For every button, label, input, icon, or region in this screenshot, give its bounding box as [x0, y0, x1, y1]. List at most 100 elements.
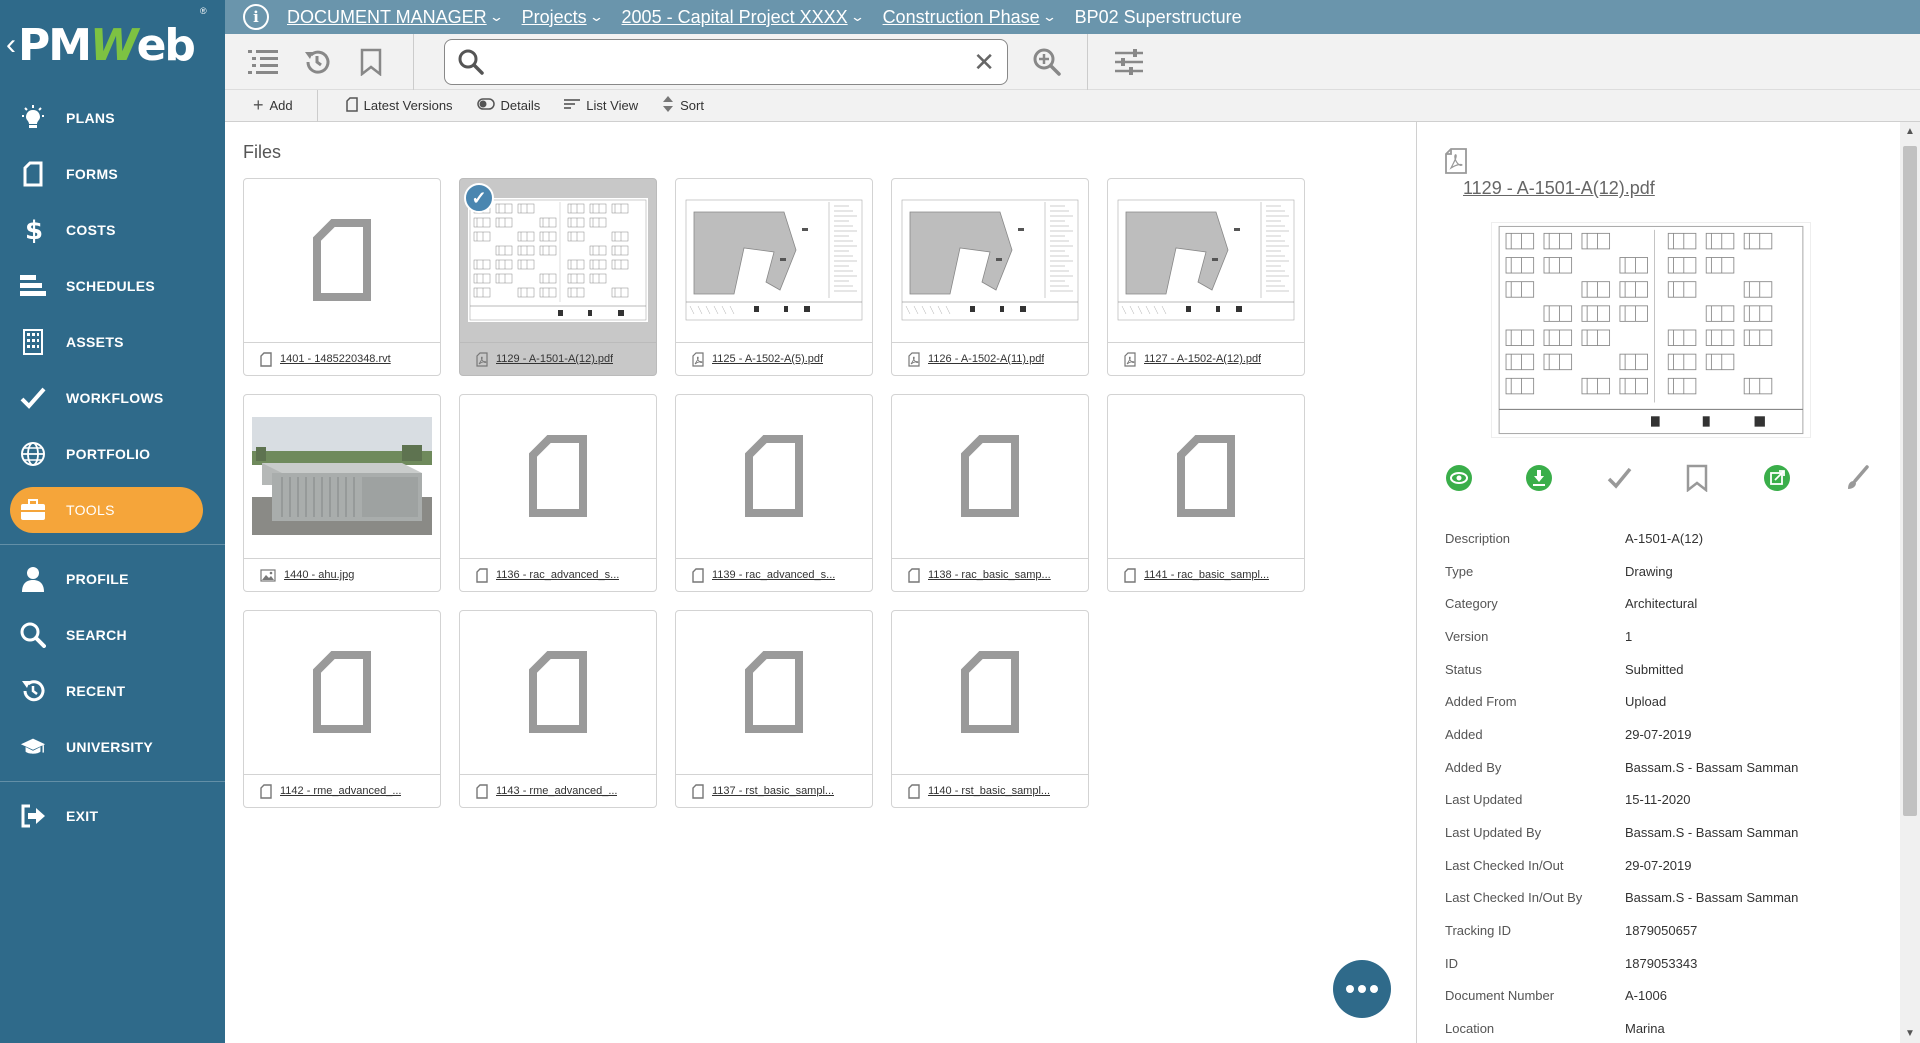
chevron-down-icon[interactable]: ⌄ [1041, 9, 1056, 25]
filter-settings-icon[interactable] [1113, 46, 1145, 78]
zoom-in-icon[interactable] [1031, 46, 1063, 78]
chevron-down-icon[interactable]: ⌄ [588, 9, 603, 25]
file-icon [692, 783, 704, 799]
property-value: Upload [1625, 694, 1667, 710]
file-card[interactable]: 1127 - A-1502-A(12).pdf [1107, 178, 1305, 376]
file-name-link[interactable]: 1440 - ahu.jpg [284, 569, 354, 581]
sidebar-item-university[interactable]: UNIVERSITY [0, 719, 225, 775]
file-name-link[interactable]: 1138 - rac_basic_samp... [928, 569, 1051, 581]
latest-versions-button[interactable]: Latest Versions [345, 96, 453, 115]
file-card[interactable]: ✓ 1129 - A-1501-A(12).pdf [459, 178, 657, 376]
panel-scrollbar[interactable]: ▲ ▼ [1900, 122, 1920, 1043]
file-name-link[interactable]: 1141 - rac_basic_sampl... [1144, 569, 1269, 581]
breadcrumb-document-manager[interactable]: DOCUMENT MANAGER [287, 7, 487, 28]
file-card[interactable]: 1126 - A-1502-A(11).pdf [891, 178, 1089, 376]
file-card[interactable]: 1137 - rst_basic_sampl... [675, 610, 873, 808]
file-name-link[interactable]: 1137 - rst_basic_sampl... [712, 785, 834, 797]
file-thumbnail[interactable] [676, 179, 872, 341]
file-card[interactable]: 1401 - 1485220348.rvt [243, 178, 441, 376]
view-icon[interactable] [1443, 462, 1475, 494]
scroll-down-icon[interactable]: ▼ [1905, 1028, 1915, 1039]
markup-brush-icon[interactable] [1841, 462, 1873, 494]
search-field[interactable]: ✕ [444, 39, 1008, 85]
file-card[interactable]: 1125 - A-1502-A(5).pdf [675, 178, 873, 376]
list-view-button[interactable]: List View [564, 98, 638, 113]
details-toggle[interactable]: Details [476, 98, 540, 113]
generic-file-icon[interactable] [244, 179, 440, 341]
sort-button[interactable]: Sort [662, 95, 704, 116]
file-card[interactable]: 1142 - rme_advanced_... [243, 610, 441, 808]
info-icon[interactable]: i [243, 4, 269, 30]
search-input[interactable] [495, 48, 955, 76]
logo[interactable]: ‹ PMWeb ® [0, 0, 225, 90]
generic-file-icon[interactable] [892, 611, 1088, 773]
sidebar-item-assets[interactable]: ASSETS [0, 314, 225, 370]
file-name-link[interactable]: 1139 - rac_advanced_s... [712, 569, 835, 581]
file-card[interactable]: 1140 - rst_basic_sampl... [891, 610, 1089, 808]
download-icon[interactable] [1523, 462, 1555, 494]
selected-check-icon[interactable]: ✓ [464, 183, 494, 213]
document-title-link[interactable]: 1129 - A-1501-A(12).pdf [1463, 178, 1655, 199]
file-card[interactable]: 1141 - rac_basic_sampl... [1107, 394, 1305, 592]
sidebar-item-forms[interactable]: FORMS [0, 146, 225, 202]
sidebar-item-plans[interactable]: PLANS [0, 90, 225, 146]
scroll-up-icon[interactable]: ▲ [1905, 126, 1915, 137]
file-card[interactable]: 1136 - rac_advanced_s... [459, 394, 657, 592]
generic-file-icon[interactable] [460, 395, 656, 557]
file-name-link[interactable]: 1401 - 1485220348.rvt [280, 353, 391, 365]
file-name-link[interactable]: 1136 - rac_advanced_s... [496, 569, 619, 581]
list-icon[interactable] [247, 46, 279, 78]
back-chevron-icon[interactable]: ‹ [6, 28, 16, 62]
bookmark-icon[interactable] [355, 46, 387, 78]
generic-file-icon[interactable] [676, 611, 872, 773]
more-actions-button[interactable] [1333, 960, 1391, 1018]
generic-file-icon[interactable] [892, 395, 1088, 557]
sidebar-item-search[interactable]: SEARCH [0, 607, 225, 663]
sidebar-item-portfolio[interactable]: PORTFOLIO [0, 426, 225, 482]
file-name-link[interactable]: 1143 - rme_advanced_... [496, 785, 617, 797]
property-row: Location Marina [1445, 1012, 1865, 1043]
file-name-link[interactable]: 1142 - rme_advanced_... [280, 785, 401, 797]
property-value: 29-07-2019 [1625, 857, 1692, 873]
file-thumbnail[interactable] [1108, 179, 1304, 341]
property-value: Bassam.S - Bassam Samman [1625, 890, 1799, 906]
breadcrumb-phase[interactable]: Construction Phase [883, 7, 1040, 28]
add-button[interactable]: + Add [253, 95, 293, 116]
sidebar-item-schedules[interactable]: SCHEDULES [0, 258, 225, 314]
breadcrumb-projects[interactable]: Projects [522, 7, 587, 28]
sidebar-item-tools[interactable]: TOOLS [0, 482, 225, 538]
generic-file-icon[interactable] [676, 395, 872, 557]
generic-file-icon[interactable] [1108, 395, 1304, 557]
file-card[interactable]: 1139 - rac_advanced_s... [675, 394, 873, 592]
open-external-icon[interactable] [1761, 462, 1793, 494]
file-card[interactable]: 1440 - ahu.jpg [243, 394, 441, 592]
file-card[interactable]: 1138 - rac_basic_samp... [891, 394, 1089, 592]
bookmark-icon[interactable] [1681, 462, 1713, 494]
history-icon[interactable] [301, 46, 333, 78]
file-name-link[interactable]: 1129 - A-1501-A(12).pdf [496, 353, 613, 365]
file-name-link[interactable]: 1126 - A-1502-A(11).pdf [928, 353, 1044, 365]
sidebar-item-costs[interactable]: $ COSTS [0, 202, 225, 258]
document-preview[interactable] [1491, 222, 1811, 438]
file-name-link[interactable]: 1125 - A-1502-A(5).pdf [712, 353, 823, 365]
breadcrumb-project[interactable]: 2005 - Capital Project XXXX [622, 7, 848, 28]
sidebar-item-workflows[interactable]: WORKFLOWS [0, 370, 225, 426]
chevron-down-icon[interactable]: ⌄ [489, 9, 504, 25]
property-value: 1879053343 [1625, 955, 1698, 971]
approve-icon[interactable] [1603, 462, 1635, 494]
file-thumbnail[interactable] [892, 179, 1088, 341]
generic-file-icon[interactable] [460, 611, 656, 773]
file-card[interactable]: 1143 - rme_advanced_... [459, 610, 657, 808]
file-name-link[interactable]: 1127 - A-1502-A(12).pdf [1144, 353, 1261, 365]
sidebar-item-profile[interactable]: PROFILE [0, 551, 225, 607]
scrollbar-thumb[interactable] [1903, 146, 1917, 816]
file-name-link[interactable]: 1140 - rst_basic_sampl... [928, 785, 1050, 797]
chevron-down-icon[interactable]: ⌄ [849, 9, 864, 25]
file-thumbnail[interactable] [244, 395, 440, 557]
property-value: Submitted [1625, 661, 1684, 677]
sidebar-item-exit[interactable]: EXIT [0, 788, 225, 844]
sidebar-item-recent[interactable]: RECENT [0, 663, 225, 719]
generic-file-icon[interactable] [244, 611, 440, 773]
close-icon[interactable]: ✕ [973, 49, 995, 75]
property-label: Status [1445, 661, 1482, 677]
